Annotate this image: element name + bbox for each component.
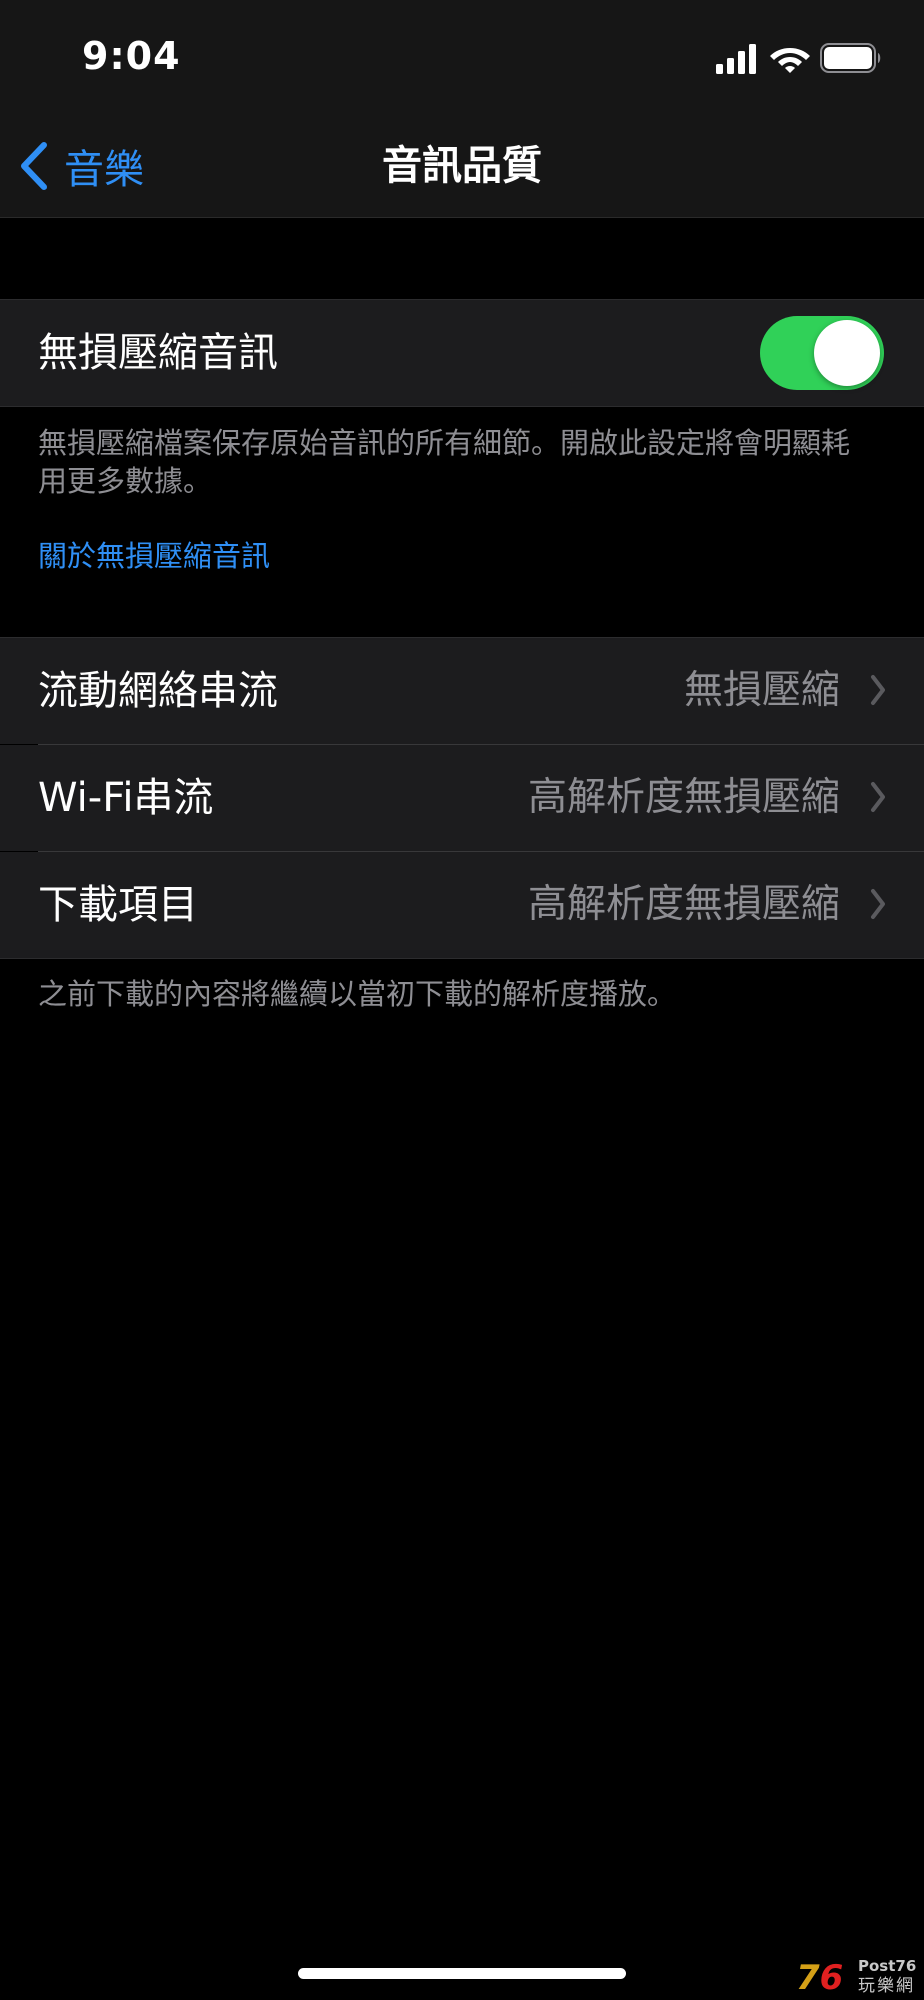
about-lossless-link[interactable]: 關於無損壓縮音訊 (38, 537, 270, 575)
downloads-label: 下載項目 (38, 882, 198, 928)
status-time: 9:04 (82, 34, 181, 78)
navigation-bar: 音樂 音訊品質 (0, 118, 924, 218)
chevron-right-icon (871, 675, 885, 705)
wifi-streaming-label: Wi-Fi串流 (38, 775, 214, 821)
status-bar: 9:04 (0, 0, 924, 118)
cellular-streaming-row[interactable]: 流動網絡串流 無損壓縮 (0, 638, 924, 744)
wifi-streaming-row[interactable]: Wi-Fi串流 高解析度無損壓縮 (0, 745, 924, 851)
downloads-footnote: 之前下載的內容將繼續以當初下載的解析度播放。 (38, 977, 677, 1011)
lossless-audio-label: 無損壓縮音訊 (38, 330, 278, 376)
chevron-right-icon (871, 889, 885, 919)
group-bottom-border (0, 406, 924, 407)
toggle-knob (814, 320, 880, 386)
home-indicator[interactable] (298, 1968, 626, 1979)
screen: 9:04 音樂 音訊品質 無損壓縮音訊 無損壓縮檔案保存原始音訊的所有細節。開啟… (0, 0, 924, 2000)
watermark-brand-cn: 玩樂網 (858, 1976, 915, 1996)
lossless-footnote: 無損壓縮檔案保存原始音訊的所有細節。開啟此設定將會明顯耗用更多數據。 (38, 426, 851, 498)
cellular-streaming-label: 流動網絡串流 (38, 668, 278, 714)
cellular-signal-icon (716, 44, 756, 74)
downloads-value: 高解析度無損壓縮 (527, 882, 840, 927)
group-bottom-border (0, 958, 924, 959)
page-title: 音訊品質 (382, 143, 542, 189)
cellular-streaming-value: 無損壓縮 (683, 668, 840, 713)
wifi-icon (770, 48, 810, 73)
lossless-audio-row: 無損壓縮音訊 (0, 300, 924, 406)
downloads-row[interactable]: 下載項目 高解析度無損壓縮 (0, 852, 924, 958)
wifi-streaming-value: 高解析度無損壓縮 (527, 775, 840, 820)
watermark-number: 76 (796, 1958, 844, 1998)
post76-watermark-logo: 76 Post76 玩樂網 (796, 1957, 920, 1999)
chevron-right-icon (871, 782, 885, 812)
watermark-brand: Post76 (858, 1957, 917, 1975)
battery-icon (820, 43, 881, 73)
lossless-audio-toggle[interactable] (760, 316, 884, 390)
